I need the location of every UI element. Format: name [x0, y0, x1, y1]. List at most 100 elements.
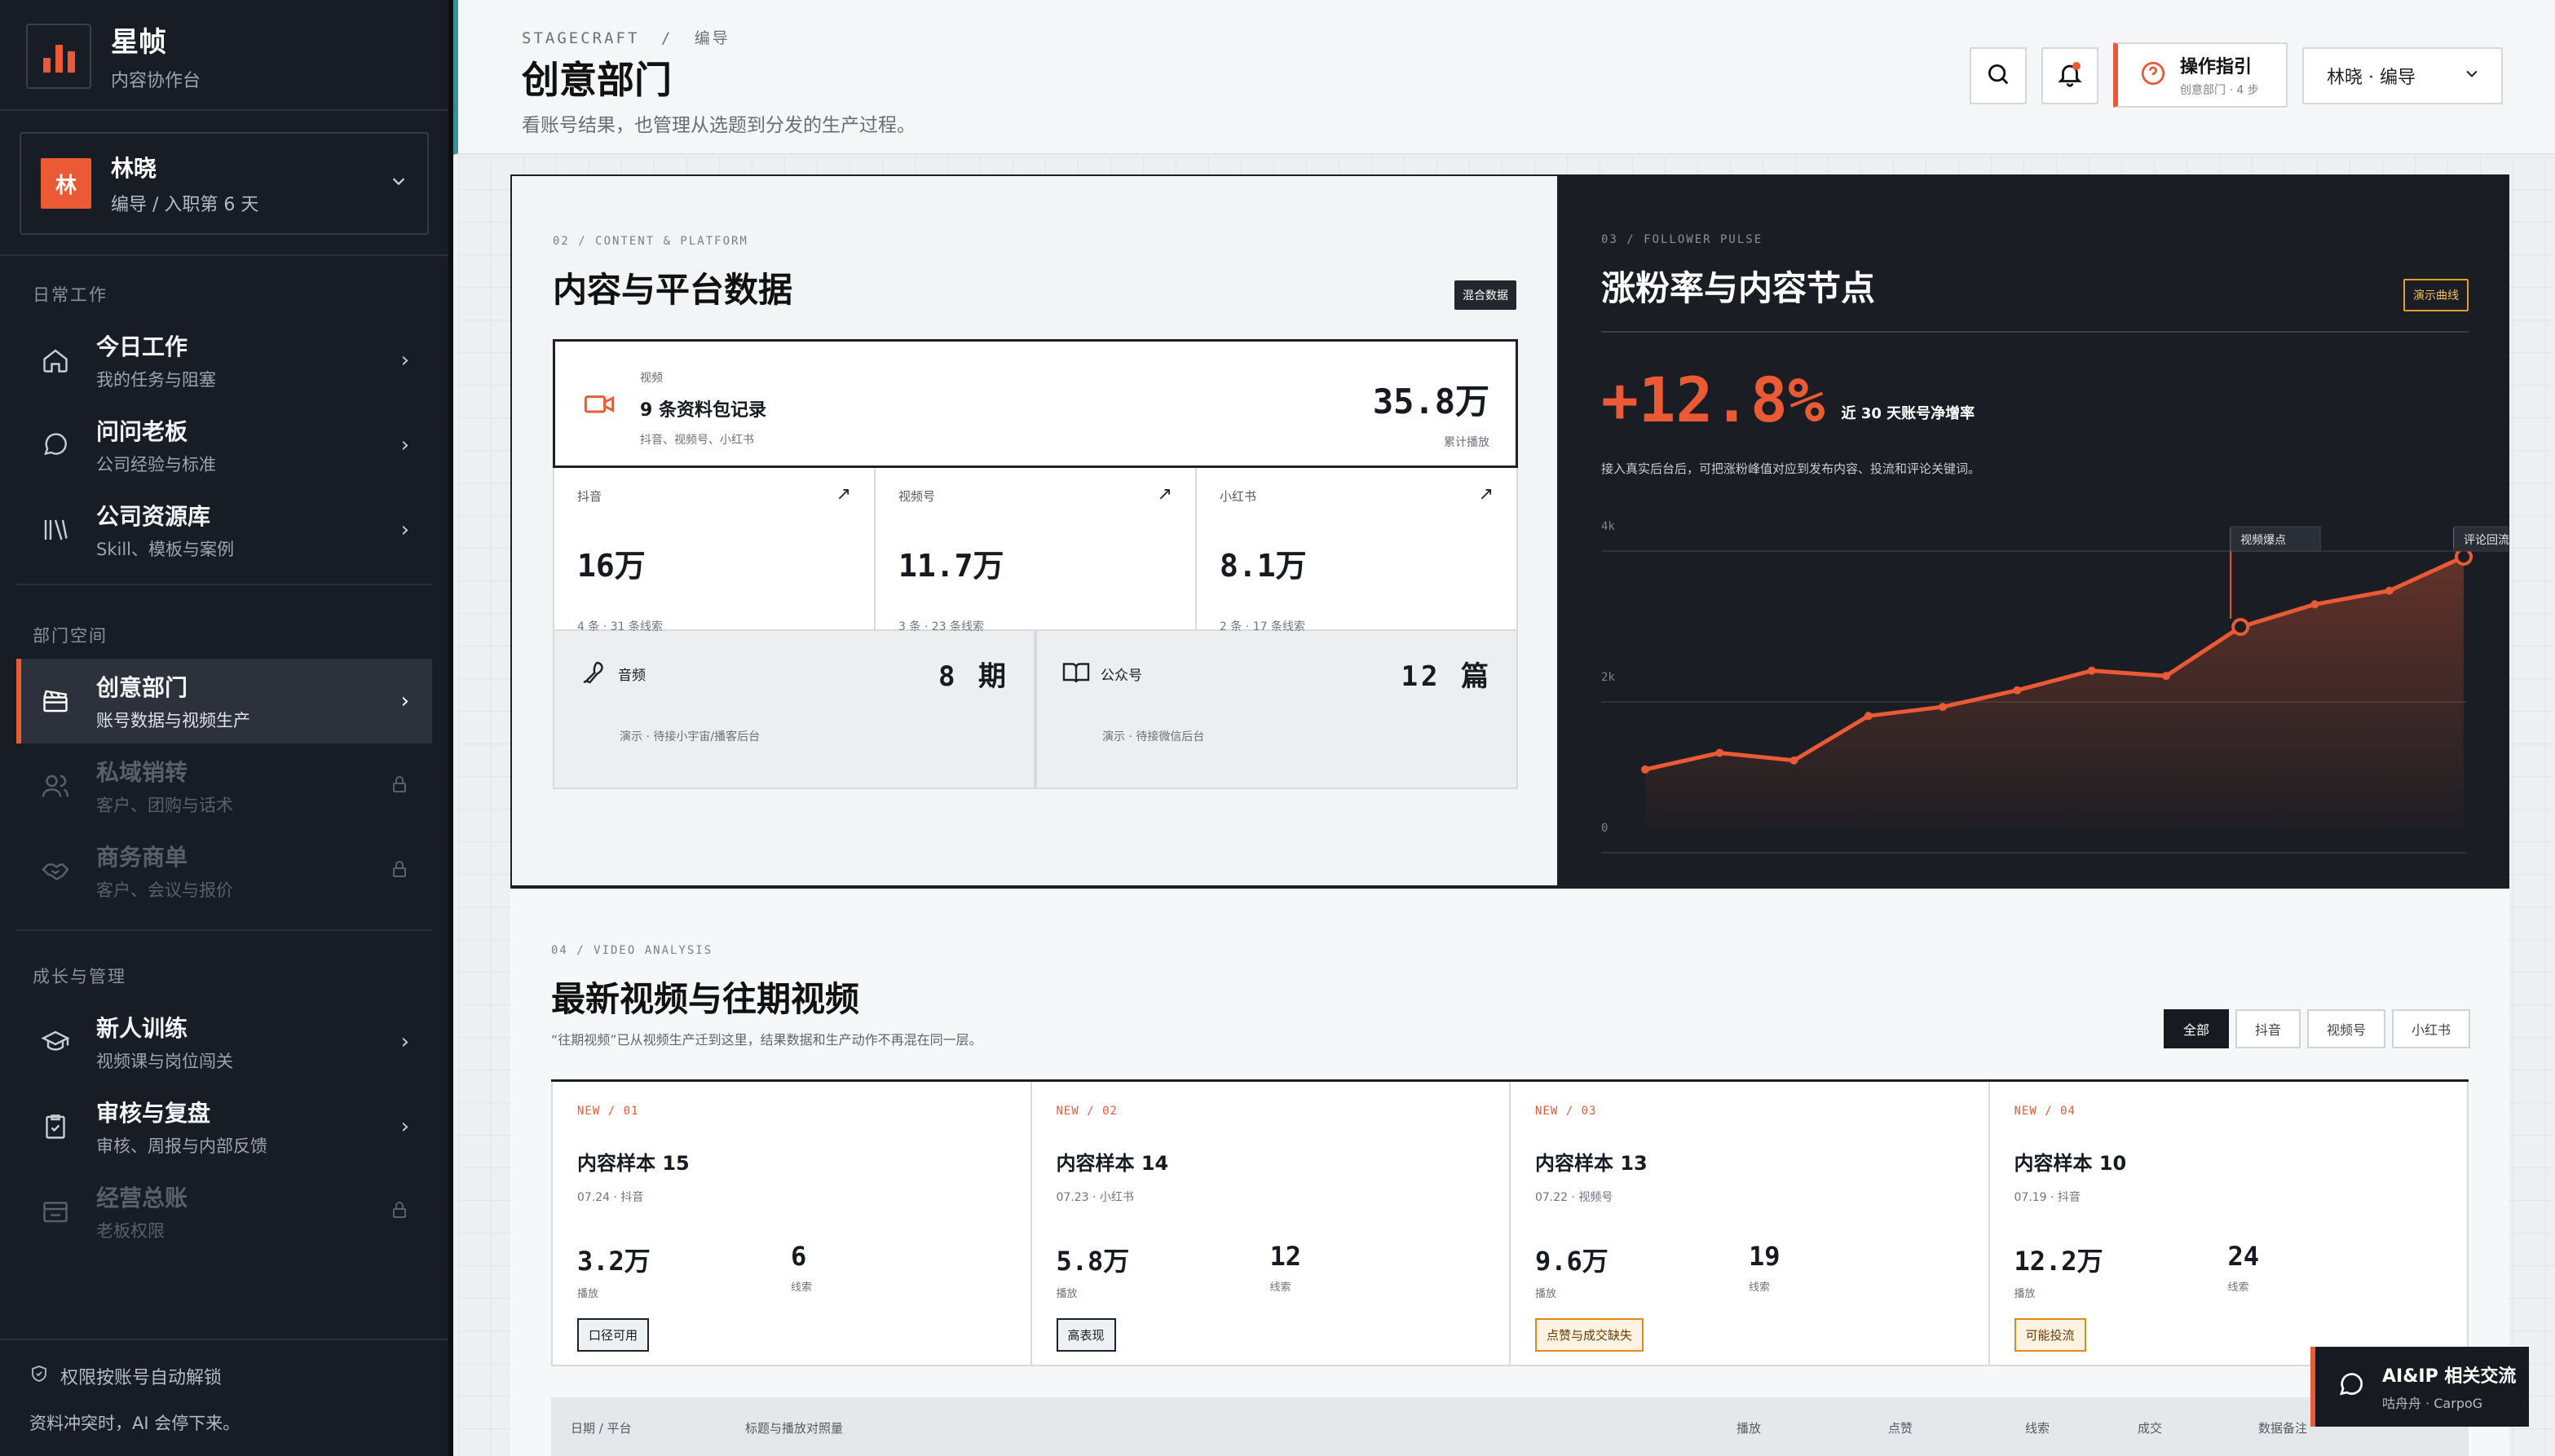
- filter-xiaohongshu[interactable]: 小红书: [2391, 1009, 2470, 1048]
- status-badge: 点赞与成交缺失: [1535, 1318, 1644, 1352]
- video-card[interactable]: NEW / 02 内容样本 14 07.23 · 小红书 5.8万 播放 12 线索…: [1031, 1082, 1511, 1366]
- record-summary-card[interactable]: 视频 9 条资料包记录 抖音、视频号、小红书 35.8万 累计播放: [553, 339, 1518, 468]
- plays-label: 播放: [577, 1288, 599, 1300]
- chart-point: [2455, 548, 2473, 566]
- filter-shipinhao[interactable]: 视频号: [2306, 1009, 2385, 1048]
- section-label: 04 / VIDEO ANALYSIS: [551, 944, 713, 957]
- media-card-wechat[interactable]: 公众号 12 篇 演示 · 待接微信后台: [1035, 631, 1518, 789]
- sidebar-item-resources[interactable]: 公司资源库 Skill、模板与案例 ›: [16, 489, 432, 571]
- chart-point: [1864, 712, 1873, 721]
- video-plays: 5.8万: [1056, 1246, 1130, 1277]
- chat-subtitle: 咕舟舟 · CarpoG: [2382, 1396, 2483, 1411]
- breadcrumb-root[interactable]: STAGECRAFT: [522, 29, 639, 47]
- video-leads: 6: [791, 1241, 807, 1272]
- nav-title: 经营总账: [96, 1185, 188, 1211]
- record-kind: 视频: [640, 372, 663, 385]
- sidebar-item-ask-boss[interactable]: 问问老板 公司经验与标准 ›: [16, 404, 432, 486]
- divider: [0, 1339, 448, 1340]
- column-header-leads[interactable]: 线索: [2025, 1419, 2050, 1436]
- video-card[interactable]: NEW / 04 内容样本 10 07.19 · 抖音 12.2万 播放 24 线索…: [1989, 1082, 2469, 1366]
- video-title: 内容样本 14: [1056, 1152, 1169, 1175]
- lock-icon: [390, 859, 409, 882]
- column-header-deals[interactable]: 成交: [2138, 1419, 2162, 1436]
- ai-conflict-note: 资料冲突时，AI 会停下来。: [29, 1414, 240, 1433]
- video-title: 内容样本 15: [577, 1152, 690, 1175]
- video-card[interactable]: NEW / 03 内容样本 13 07.22 · 视频号 9.6万 播放 19 线索…: [1511, 1082, 1990, 1366]
- platform-card-douyin[interactable]: 抖音 ↗ 16万 4 条 · 31 条线索: [553, 468, 876, 633]
- arrow-up-right-icon: ↗: [1478, 484, 1494, 505]
- platform-card-xiaohongshu[interactable]: 小红书 ↗ 8.1万 2 条 · 17 条线索: [1197, 468, 1518, 633]
- video-plays: 12.2万: [2014, 1246, 2103, 1277]
- user-switcher[interactable]: 林 林晓 编导 / 入职第 6 天: [20, 132, 429, 235]
- brand-logo-icon: [26, 23, 91, 89]
- record-value: 35.8万: [1372, 382, 1489, 421]
- nav-title: 商务商单: [96, 844, 188, 871]
- video-meta: 07.19 · 抖音: [2014, 1191, 2081, 1204]
- notifications-button[interactable]: [2041, 47, 2098, 104]
- data-type-tag: 混合数据: [1454, 280, 1516, 310]
- sidebar-item-training[interactable]: 新人训练 视频课与岗位闯关 ›: [16, 1001, 432, 1083]
- role-select[interactable]: 林晓 · 编导: [2302, 47, 2503, 104]
- media-name: 公众号: [1101, 668, 1142, 684]
- column-header-likes[interactable]: 点赞: [1888, 1419, 1913, 1436]
- nav-subtitle: 客户、会议与报价: [96, 880, 233, 900]
- nav-subtitle: Skill、模板与案例: [96, 540, 234, 559]
- guide-button[interactable]: 操作指引 创意部门 · 4 步: [2113, 42, 2288, 108]
- avatar: 林: [41, 158, 91, 209]
- brand[interactable]: 星帧 内容协作台: [26, 20, 201, 92]
- platform-value: 8.1万: [1220, 548, 1307, 584]
- clapper-icon: [39, 685, 72, 717]
- filter-all[interactable]: 全部: [2163, 1009, 2229, 1048]
- growth-rate-value: +12.8%: [1601, 364, 1825, 436]
- video-tag: NEW / 02: [1056, 1105, 1118, 1118]
- column-header-notes[interactable]: 数据备注: [2258, 1419, 2307, 1436]
- sidebar: 星帧 内容协作台 林 林晓 编导 / 入职第 6 天 日常工作 今日工作 我的任…: [0, 0, 453, 1456]
- role-select-value: 林晓 · 编导: [2327, 68, 2416, 88]
- leads-label: 线索: [791, 1282, 813, 1294]
- video-meta: 07.23 · 小红书: [1056, 1191, 1134, 1204]
- video-title: 内容样本 10: [2014, 1152, 2127, 1175]
- nav-subtitle: 公司经验与标准: [96, 455, 216, 474]
- chart-point: [1789, 756, 1798, 765]
- annotation-label: 评论回流: [2464, 534, 2509, 547]
- sidebar-footer: 权限按账号自动解锁 资料冲突时，AI 会停下来。: [29, 1363, 240, 1435]
- nav-title: 问问老板: [96, 418, 188, 445]
- column-header-date[interactable]: 日期 / 平台: [571, 1419, 632, 1436]
- video-meta: 07.22 · 视频号: [1535, 1191, 1613, 1204]
- breadcrumb: STAGECRAFT / 编导: [522, 26, 730, 48]
- record-value-label: 累计播放: [1444, 436, 1489, 449]
- y-tick-label: 2k: [1601, 671, 1615, 684]
- media-grid: 音频 8 期 演示 · 待接小宇宙/播客后台 公众号 12 篇 演示 · 待接微…: [553, 631, 1518, 789]
- nav-title: 创意部门: [96, 674, 188, 701]
- video-analysis-panel: 04 / VIDEO ANALYSIS 最新视频与往期视频 “往期视频”已从视频…: [510, 887, 2509, 1456]
- brand-name: 星帧: [111, 26, 166, 59]
- page-title: 创意部门: [522, 58, 672, 102]
- pulse-note: 接入真实后台后，可把涨粉峰值对应到发布内容、投流和评论关键词。: [1601, 461, 1981, 476]
- chat-title: AI&IP 相关交流: [2382, 1366, 2517, 1387]
- sidebar-item-today[interactable]: 今日工作 我的任务与阻塞 ›: [16, 320, 432, 401]
- sidebar-item-business[interactable]: 商务商单 客户、会议与报价: [16, 830, 432, 911]
- media-card-audio[interactable]: 音频 8 期 演示 · 待接小宇宙/播客后台: [553, 631, 1035, 789]
- platform-filter: 全部 抖音 视频号 小红书: [2163, 1009, 2470, 1048]
- record-title: 9 条资料包记录: [640, 400, 766, 421]
- sidebar-item-review[interactable]: 审核与复盘 审核、周报与内部反馈 ›: [16, 1086, 432, 1167]
- filter-douyin[interactable]: 抖音: [2235, 1009, 2301, 1048]
- video-card[interactable]: NEW / 01 内容样本 15 07.24 · 抖音 3.2万 播放 6 线索 口…: [551, 1082, 1032, 1366]
- sidebar-item-private-sales[interactable]: 私域销转 客户、团购与话术: [16, 745, 432, 827]
- platform-card-shipinhao[interactable]: 视频号 ↗ 11.7万 3 条 · 23 条线索: [876, 468, 1197, 633]
- column-header-plays[interactable]: 播放: [1736, 1419, 1761, 1436]
- page-description: 看账号结果，也管理从选题到分发的生产过程。: [522, 115, 916, 136]
- section-description: “往期视频”已从视频生产迁到这里，结果数据和生产动作不再混在同一层。: [551, 1032, 982, 1048]
- sidebar-item-creative[interactable]: 创意部门 账号数据与视频生产 ›: [16, 659, 432, 743]
- chevron-right-icon: ›: [400, 348, 409, 373]
- y-tick-label: 0: [1601, 822, 1608, 835]
- sidebar-item-ledger[interactable]: 经营总账 老板权限: [16, 1171, 432, 1252]
- section-label: 02 / CONTENT & PLATFORM: [553, 235, 748, 248]
- nav-subtitle: 审核、周报与内部反馈: [96, 1136, 267, 1156]
- plays-label: 播放: [2014, 1288, 2036, 1300]
- search-button[interactable]: [1970, 47, 2027, 104]
- ai-ip-chat-button[interactable]: AI&IP 相关交流 咕舟舟 · CarpoG: [2310, 1347, 2529, 1427]
- plays-label: 播放: [1056, 1288, 1078, 1300]
- chart-point: [2231, 618, 2250, 637]
- column-header-title[interactable]: 标题与播放对照量: [745, 1419, 843, 1436]
